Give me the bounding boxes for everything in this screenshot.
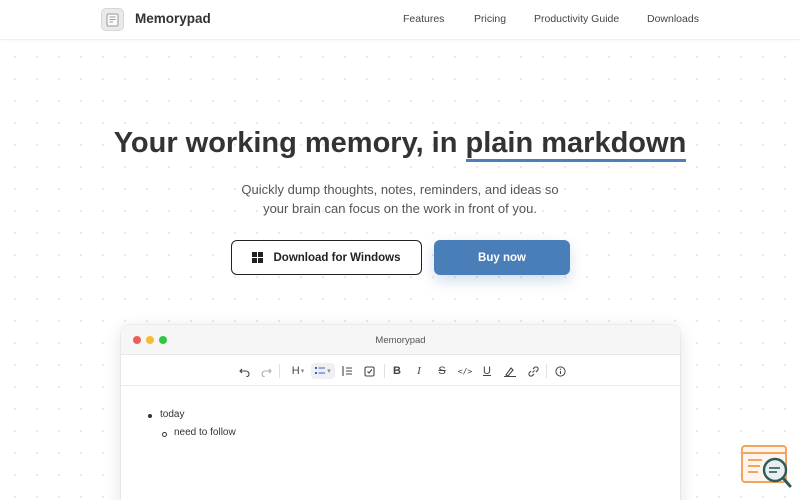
- code-icon[interactable]: </>: [457, 363, 473, 379]
- buy-now-button[interactable]: Buy now: [434, 240, 570, 275]
- top-nav: Memorypad Features Pricing Productivity …: [0, 0, 800, 40]
- list-item[interactable]: today: [160, 409, 184, 420]
- hero-title-highlight: plain markdown: [465, 127, 687, 162]
- ordered-list-icon[interactable]: [339, 363, 355, 379]
- editor-area[interactable]: today need to follow: [121, 387, 680, 500]
- hero-title-prefix: Your working memory, in: [113, 127, 458, 159]
- redo-icon[interactable]: [258, 363, 274, 379]
- underline-icon[interactable]: U: [479, 363, 495, 379]
- highlight-icon[interactable]: [502, 363, 518, 379]
- hero-subtitle-line2: your brain can focus on the work in fron…: [263, 201, 537, 216]
- chevron-down-icon: ▾: [300, 368, 305, 375]
- heading-glyph: H: [291, 365, 300, 377]
- window-titlebar: Memorypad: [121, 325, 680, 355]
- strikethrough-icon[interactable]: S: [434, 363, 450, 379]
- checkbox-icon[interactable]: [361, 363, 377, 379]
- nav-link-pricing[interactable]: Pricing: [474, 13, 506, 25]
- bullet-marker: [148, 414, 152, 418]
- app-window-preview: Memorypad H ▾ ▾ B I S </> U today need t…: [121, 325, 680, 500]
- toolbar-divider: [384, 364, 385, 378]
- brand-name[interactable]: Memorypad: [135, 11, 211, 26]
- nav-link-downloads[interactable]: Downloads: [647, 13, 699, 25]
- info-icon[interactable]: [552, 363, 568, 379]
- chevron-down-icon: ▾: [327, 368, 331, 375]
- buy-button-label: Buy now: [478, 251, 526, 264]
- hero-title: Your working memory, in plain markdown: [0, 127, 800, 162]
- editor-toolbar: H ▾ ▾ B I S </> U: [121, 355, 680, 386]
- search-window-icon[interactable]: [740, 444, 792, 490]
- toolbar-divider: [546, 364, 547, 378]
- undo-icon[interactable]: [236, 363, 252, 379]
- toolbar-divider: [279, 364, 280, 378]
- sub-bullet-marker: [162, 432, 167, 437]
- nav-link-features[interactable]: Features: [403, 13, 444, 25]
- italic-icon[interactable]: I: [411, 363, 427, 379]
- list-item-child[interactable]: need to follow: [174, 427, 236, 438]
- heading-icon[interactable]: H ▾: [288, 363, 308, 379]
- nav-link-productivity-guide[interactable]: Productivity Guide: [534, 13, 619, 25]
- bold-icon[interactable]: B: [389, 363, 405, 379]
- download-button-label: Download for Windows: [273, 251, 401, 264]
- link-icon[interactable]: [525, 363, 541, 379]
- list-style-icon[interactable]: ▾: [311, 363, 335, 379]
- hero-subtitle-line1: Quickly dump thoughts, notes, reminders,…: [241, 182, 559, 197]
- notepad-icon[interactable]: [101, 8, 124, 31]
- hero-subtitle: Quickly dump thoughts, notes, reminders,…: [200, 180, 600, 218]
- download-windows-button[interactable]: Download for Windows: [231, 240, 422, 275]
- window-title: Memorypad: [375, 335, 426, 346]
- windows-icon: [252, 252, 264, 263]
